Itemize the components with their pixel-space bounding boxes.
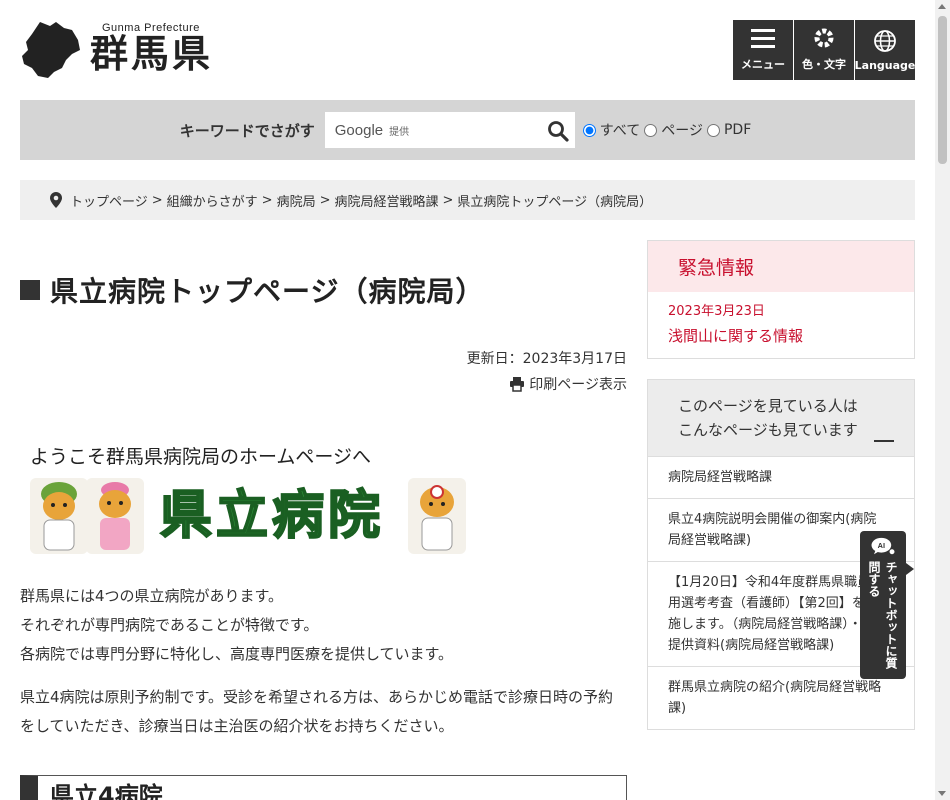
page-title-row: 県立病院トップページ（病院局）: [20, 270, 627, 310]
emergency-info-title: 緊急情報: [648, 241, 914, 292]
print-page-label: 印刷ページ表示: [529, 377, 627, 393]
scope-option-pdf[interactable]: PDF: [706, 122, 751, 138]
breadcrumb: トップページ > 組織からさがす > 病院局 > 病院局経営戦略課 > 県立病院…: [20, 180, 915, 220]
site-logo[interactable]: Gunma Prefecture 群馬県: [20, 18, 220, 82]
scope-option-all[interactable]: すべて: [582, 120, 640, 140]
banner-logo-text: 県立病院: [159, 485, 385, 547]
search-band: キーワードでさがす Google 提供 すべて ページ PDF: [20, 100, 915, 160]
prefectural-hospital-logo: 県立病院: [159, 484, 390, 548]
chatbot-pointer: [906, 563, 914, 575]
scope-radio-page[interactable]: [644, 123, 658, 137]
logo-title: 群馬県: [90, 32, 214, 76]
breadcrumb-item-top[interactable]: トップページ: [70, 191, 148, 210]
breadcrumb-separator: >: [319, 192, 331, 208]
location-pin-icon: [50, 192, 62, 208]
intro-line: 各病院では専門分野に特化し、高度専門医療を提供しています。: [20, 645, 454, 663]
language-button[interactable]: Language: [855, 20, 915, 80]
collapse-icon[interactable]: [874, 440, 894, 442]
language-button-label: Language: [854, 59, 916, 72]
menu-button[interactable]: メニュー: [733, 20, 793, 80]
gear-icon: [814, 28, 834, 48]
gunma-chan-pink-illustration: [86, 478, 144, 554]
ai-chat-bubble-icon: AI: [871, 537, 895, 555]
welcome-banner: ようこそ群馬県病院局のホームページへ 県立病院: [20, 442, 480, 562]
chatbot-label: チャットボットに質問する: [867, 561, 898, 670]
updated-date: 更新日：2023年3月17日: [466, 351, 627, 367]
page-scrollbar[interactable]: [935, 0, 950, 800]
breadcrumb-item-current: 県立病院トップページ（病院局）: [457, 194, 653, 210]
emergency-info-panel: 緊急情報 2023年3月23日 浅間山に関する情報: [647, 240, 915, 359]
header-buttons: メニュー 色・文字 Language: [733, 20, 915, 80]
related-page-link[interactable]: 病院局経営戦略課: [648, 456, 914, 498]
main-content: 県立病院トップページ（病院局） 更新日：2023年3月17日 印刷ページ表示 よ…: [20, 240, 627, 800]
printer-icon: [510, 377, 525, 392]
search-icon[interactable]: [547, 120, 569, 142]
scroll-up-arrow-icon[interactable]: [938, 4, 946, 9]
gunma-chan-doctor-illustration: [408, 478, 466, 554]
emergency-info-link[interactable]: 浅間山に関する情報: [668, 325, 894, 346]
breadcrumb-item-organization[interactable]: 組織からさがす: [167, 191, 258, 210]
breadcrumb-separator: >: [261, 192, 273, 208]
print-page-link[interactable]: 印刷ページ表示: [20, 374, 627, 394]
section-heading: 県立4病院: [50, 782, 163, 800]
ai-badge: AI: [878, 541, 885, 550]
gunma-chan-nurse-illustration: [30, 478, 88, 554]
intro-paragraph: 群馬県には4つの県立病院があります。 それぞれが専門病院であることが特徴です。 …: [20, 582, 627, 669]
banner-welcome-text: ようこそ群馬県病院局のホームページへ: [30, 446, 372, 468]
breadcrumb-separator: >: [151, 192, 163, 208]
related-pages-header[interactable]: このページを見ている人は こんなページも見ています: [648, 380, 914, 456]
breadcrumb-item-hospital-bureau[interactable]: 病院局: [277, 191, 316, 210]
intro-line: 群馬県には4つの県立病院があります。: [20, 587, 284, 605]
menu-icon: [751, 29, 775, 48]
scroll-down-arrow-icon[interactable]: [938, 791, 946, 796]
menu-button-label: メニュー: [741, 58, 785, 71]
emergency-info-date: 2023年3月23日: [668, 304, 765, 319]
chatbot-button[interactable]: AI チャットボットに質問する: [860, 531, 906, 679]
search-input[interactable]: [324, 112, 540, 148]
page-title: 県立病院トップページ（病院局）: [50, 275, 485, 308]
breadcrumb-separator: >: [442, 192, 454, 208]
breadcrumb-item-strategy-division[interactable]: 病院局経営戦略課: [335, 191, 439, 210]
reservation-paragraph: 県立4病院は原則予約制です。受診を希望される方は、あらかじめ電話で診療日時の予約…: [20, 688, 614, 735]
scope-radio-all[interactable]: [582, 123, 596, 137]
search-scope-options: すべて ページ PDF: [582, 120, 755, 140]
search-label: キーワードでさがす: [179, 121, 315, 140]
intro-line: それぞれが専門病院であることが特徴です。: [20, 616, 319, 634]
emergency-info-body: 2023年3月23日 浅間山に関する情報: [648, 292, 914, 358]
gunma-map-icon: [22, 22, 80, 78]
section-heading-box: 県立4病院: [20, 775, 627, 800]
color-text-button-label: 色・文字: [802, 58, 846, 71]
related-pages-title: このページを見ている人は こんなページも見ています: [678, 397, 858, 439]
scope-radio-pdf[interactable]: [706, 123, 720, 137]
title-square-marker: [20, 280, 40, 300]
search-box: Google 提供: [324, 112, 575, 148]
scroll-thumb[interactable]: [938, 16, 947, 164]
scope-option-page[interactable]: ページ: [644, 120, 703, 140]
globe-icon: [874, 30, 896, 52]
color-text-button[interactable]: 色・文字: [794, 20, 854, 80]
